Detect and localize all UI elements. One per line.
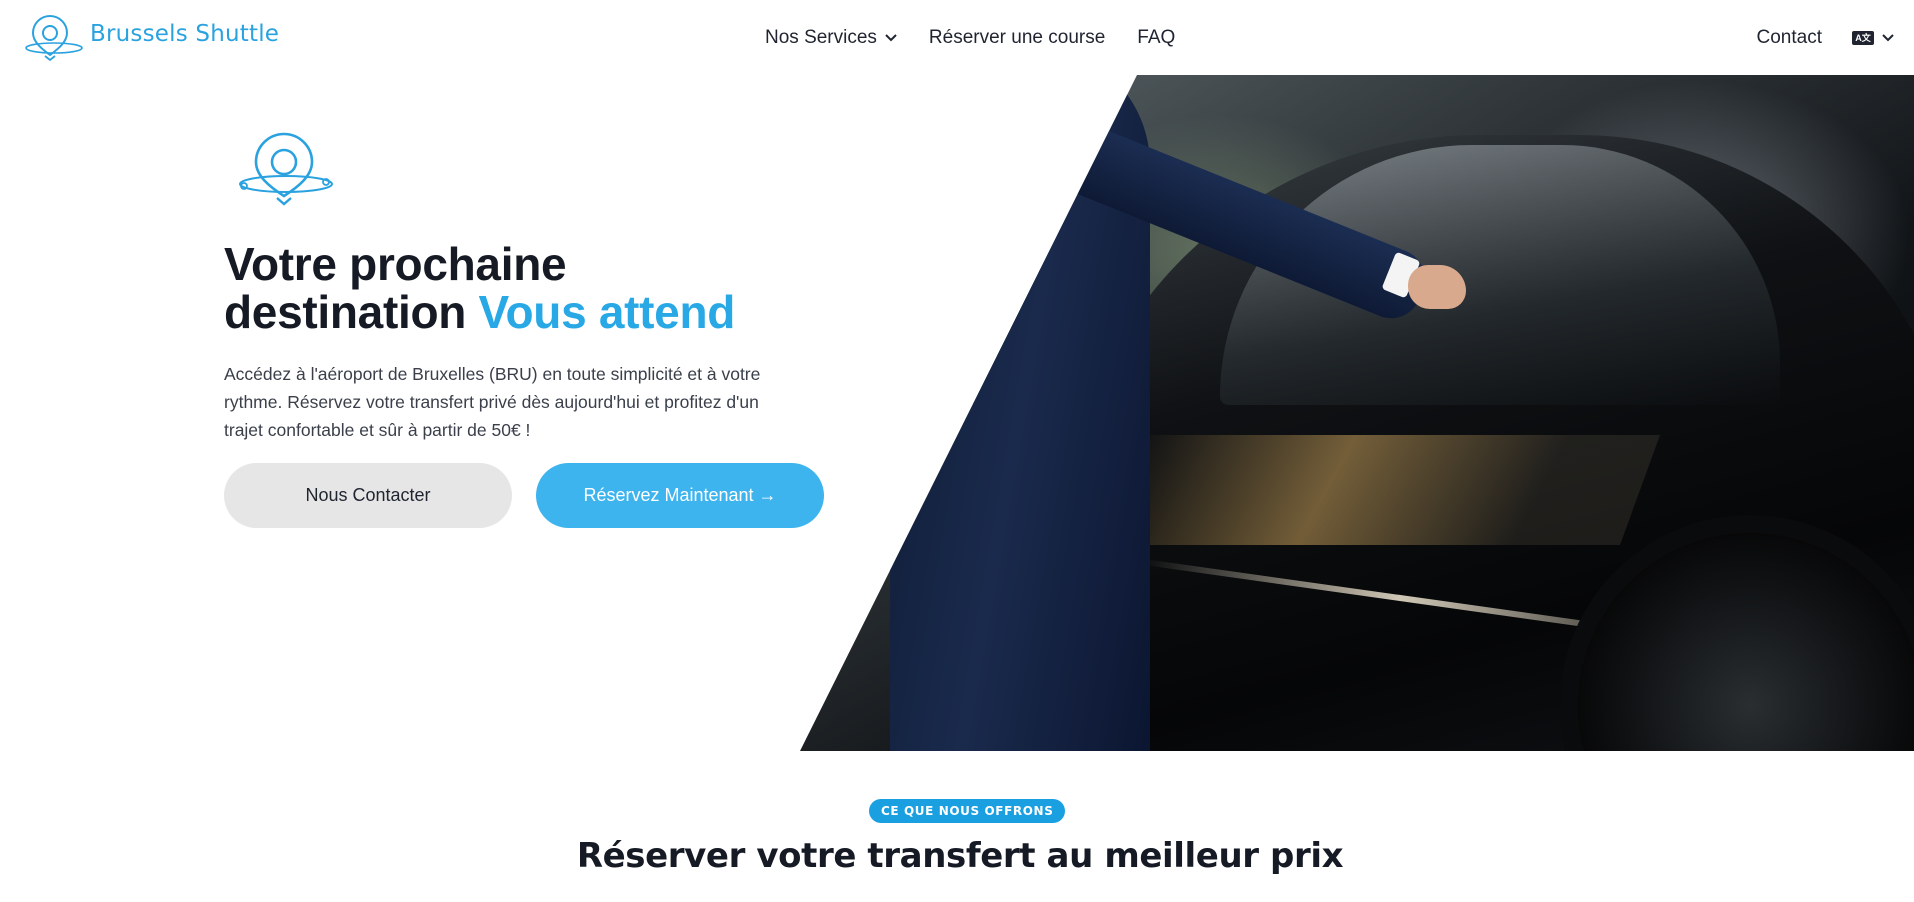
language-selector[interactable]: A文	[1852, 30, 1894, 45]
section-badge: CE QUE NOUS OFFRONS	[869, 799, 1066, 823]
nav-item-faq[interactable]: FAQ	[1137, 27, 1175, 49]
hero-title-accent: Vous attend	[478, 286, 736, 338]
language-icon: A文	[1852, 30, 1874, 45]
hero-description: Accédez à l'aéroport de Bruxelles (BRU) …	[224, 364, 761, 440]
nav-right-group: Contact A文	[1757, 0, 1894, 75]
main-menu: Nos Services Réserver une course FAQ	[765, 0, 1175, 75]
section-title: Réserver votre transfert au meilleur pri…	[576, 836, 1344, 876]
hero-title-line1: Votre prochaine	[224, 238, 567, 290]
hero-title: Votre prochaine destination Vous attend	[224, 240, 735, 336]
nav-item-services[interactable]: Nos Services	[765, 27, 897, 49]
nav-item-contact[interactable]: Contact	[1757, 27, 1822, 49]
contact-us-button[interactable]: Nous Contacter	[224, 463, 512, 528]
book-now-button[interactable]: Réservez Maintenant →	[536, 463, 824, 528]
chauffeur-hand	[1408, 265, 1466, 309]
chevron-down-icon	[885, 33, 897, 41]
hero-pin-icon	[239, 132, 333, 206]
brand-name: Brussels Shuttle	[90, 21, 280, 47]
brand-logo-link[interactable]: Brussels Shuttle	[24, 12, 279, 62]
nav-item-book-ride[interactable]: Réserver une course	[929, 27, 1105, 49]
hero-title-line2: destination	[224, 286, 479, 338]
hero-image	[800, 75, 1914, 751]
chevron-down-icon	[1882, 33, 1894, 41]
nav-item-services-label: Nos Services	[765, 26, 877, 48]
map-pin-orbit-icon	[25, 14, 83, 62]
top-navbar: Brussels Shuttle Nos Services Réserver u…	[0, 0, 1914, 75]
car-reflection	[1099, 435, 1661, 545]
